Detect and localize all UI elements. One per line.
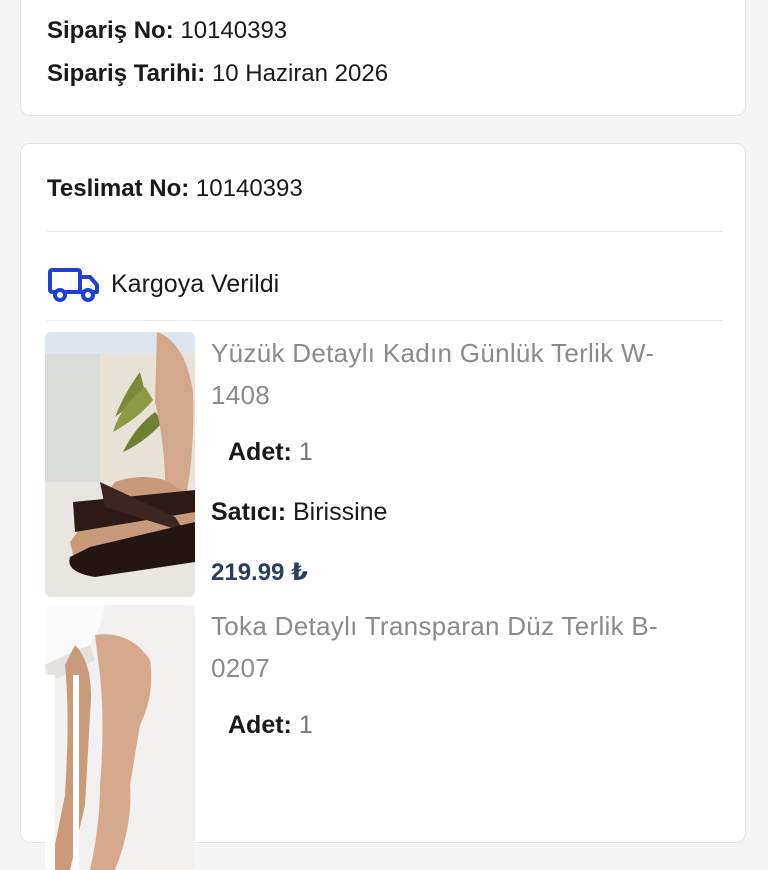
order-number-value: 10140393	[180, 17, 288, 44]
divider	[47, 231, 723, 232]
quantity-value: 1	[298, 438, 313, 466]
shipment-status: Kargoya Verildi	[47, 264, 279, 304]
product-image[interactable]	[45, 605, 195, 870]
order-date-value: 10 Haziran 2026	[211, 60, 389, 87]
order-number-row: Sipariş No: 10140393	[47, 17, 287, 45]
divider	[47, 320, 723, 321]
delivery-number-value: 10140393	[195, 175, 303, 202]
product-price: 219.99 ₺	[211, 559, 308, 586]
quantity-label: Adet:	[228, 438, 292, 466]
order-number-label: Sipariş No:	[47, 17, 174, 44]
product-seller: Satıcı: Birissine	[211, 498, 387, 527]
truck-icon	[48, 268, 99, 302]
quantity-value: 1	[298, 711, 313, 739]
delivery-number-label: Teslimat No:	[47, 175, 190, 202]
product-quantity: Adet: 1	[228, 711, 313, 740]
seller-label: Satıcı:	[211, 498, 287, 526]
seller-value: Birissine	[292, 498, 388, 526]
product-image[interactable]	[45, 332, 195, 597]
order-date-row: Sipariş Tarihi: 10 Haziran 2026	[47, 60, 388, 88]
product-quantity: Adet: 1	[228, 438, 313, 467]
order-date-label: Sipariş Tarihi:	[47, 60, 206, 87]
quantity-label: Adet:	[228, 711, 292, 739]
product-title[interactable]: Yüzük Detaylı Kadın Günlük Terlik W-1408	[211, 332, 711, 416]
delivery-number-row: Teslimat No: 10140393	[47, 175, 303, 203]
shipment-status-text: Kargoya Verildi	[111, 269, 280, 298]
delivery-card: Teslimat No: 10140393 Kargoya Verildi Yü…	[20, 143, 746, 870]
product-title[interactable]: Toka Detaylı Transparan Düz Terlik B-020…	[211, 605, 711, 689]
order-info-card: Sipariş No: 10140393 Sipariş Tarihi: 10 …	[20, 0, 746, 116]
